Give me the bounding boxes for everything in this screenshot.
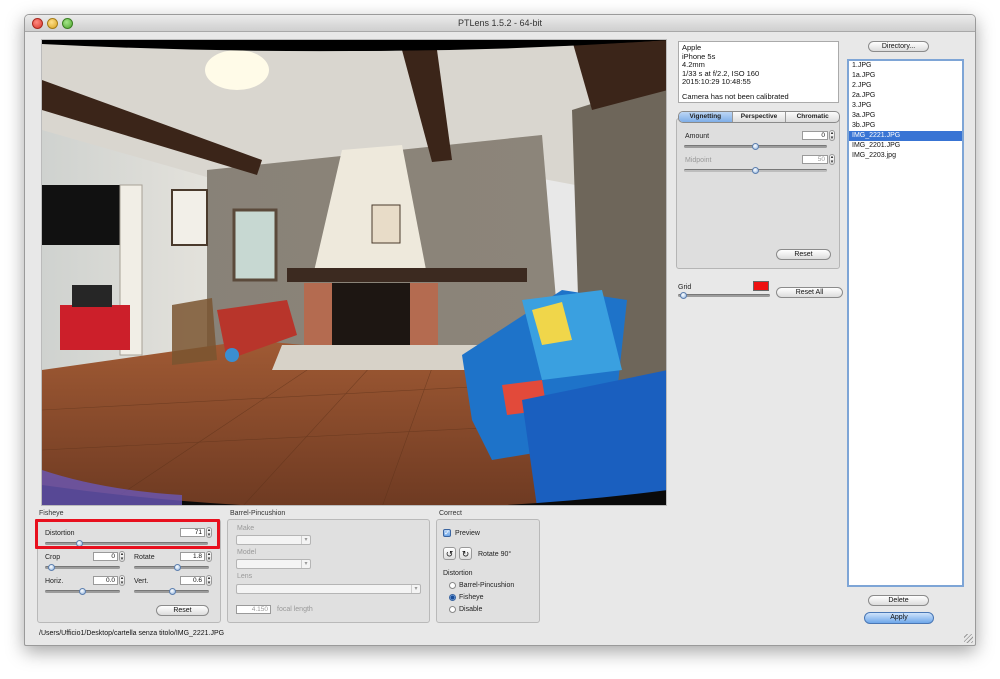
crop-field[interactable]: 0: [93, 552, 118, 561]
lens-select[interactable]: [236, 584, 421, 594]
photo-preview: [42, 40, 666, 505]
midpoint-stepper[interactable]: ▴ ▾: [829, 154, 835, 165]
radio-disable[interactable]: [449, 606, 456, 613]
rotate-90-label: Rotate 90°: [478, 551, 512, 558]
tab-perspective[interactable]: Perspective: [733, 112, 787, 122]
crop-stepper[interactable]: ▴ ▾: [119, 551, 125, 562]
horiz-slider[interactable]: [45, 588, 120, 595]
amount-label: Amount: [685, 133, 710, 140]
midpoint-label: Midpoint: [685, 157, 712, 164]
radio-disable-label: Disable: [459, 606, 483, 613]
app-window: PTLens 1.5.2 - 64-bit Apple iPhone 5s 4.…: [24, 14, 976, 646]
radio-barrel-pincushion-label: Barrel-Pincushion: [459, 582, 515, 589]
window-title: PTLens 1.5.2 - 64-bit: [457, 18, 543, 28]
lens-label: Lens: [237, 573, 253, 580]
exif-calibration: Camera has not been calibrated: [682, 91, 789, 101]
midpoint-field[interactable]: 50: [802, 155, 828, 164]
exif-model: iPhone 5s: [682, 51, 716, 61]
radio-fisheye[interactable]: [449, 594, 456, 601]
make-select[interactable]: [236, 535, 311, 545]
file-list-item[interactable]: 3.JPG: [849, 101, 962, 111]
tab-chromatic-aberration[interactable]: Chromatic Aberration: [786, 112, 839, 122]
barrel-group-title: Barrel-Pincushion: [230, 510, 286, 517]
horiz-field[interactable]: 0.0: [93, 576, 118, 585]
grid-slider[interactable]: [678, 292, 770, 299]
radio-barrel-pincushion[interactable]: [449, 582, 456, 589]
radio-fisheye-label: Fisheye: [459, 594, 484, 601]
status-file-path: /Users/Ufficio1/Desktop/cartella senza t…: [39, 630, 225, 637]
image-preview[interactable]: [41, 39, 667, 506]
file-list-item[interactable]: 2.JPG: [849, 81, 962, 91]
correction-tabs: Vignetting Perspective Chromatic Aberrat…: [678, 111, 840, 123]
rotate-cw-icon[interactable]: ↻: [459, 547, 472, 560]
vert-slider-knob[interactable]: [168, 588, 176, 595]
grid-label: Grid: [678, 284, 692, 291]
file-list-item[interactable]: 1.JPG: [849, 61, 962, 71]
directory-button[interactable]: Directory...: [868, 41, 929, 52]
model-label: Model: [237, 549, 257, 556]
minimize-window-button[interactable]: [47, 18, 58, 29]
fisheye-group-title: Fisheye: [39, 510, 64, 517]
vert-field[interactable]: 0.6: [180, 576, 205, 585]
focal-length-label: focal length: [277, 606, 313, 613]
vignetting-panel: [676, 118, 840, 269]
grid-slider-knob[interactable]: [679, 292, 687, 299]
model-select[interactable]: [236, 559, 311, 569]
tab-vignetting[interactable]: Vignetting: [679, 112, 733, 122]
horiz-slider-knob[interactable]: [78, 588, 86, 595]
preview-label: Preview: [455, 530, 480, 537]
focal-length-field[interactable]: 4.150: [236, 605, 271, 614]
file-list-item[interactable]: 2a.JPG: [849, 91, 962, 101]
exif-datetime: 2015:10:29 10:48:55: [682, 77, 751, 86]
fisheye-reset-button[interactable]: Reset: [156, 605, 209, 616]
preview-checkbox[interactable]: ✓: [443, 529, 451, 537]
vert-stepper[interactable]: ▴ ▾: [206, 575, 212, 586]
file-list-item[interactable]: IMG_2221.JPG: [849, 131, 962, 141]
amount-stepper[interactable]: ▴ ▾: [829, 130, 835, 141]
midpoint-slider-knob[interactable]: [751, 167, 759, 174]
apply-button[interactable]: Apply: [864, 612, 934, 624]
midpoint-slider[interactable]: [684, 167, 827, 174]
rotate-ccw-icon[interactable]: ↺: [443, 547, 456, 560]
distortion-mode-title: Distortion: [443, 570, 473, 577]
rotate-slider[interactable]: [134, 564, 209, 571]
title-bar: PTLens 1.5.2 - 64-bit: [25, 15, 975, 32]
file-list[interactable]: 1.JPG 1a.JPG 2.JPG 2a.JPG 3.JPG 3a.JPG 3b.JPG I…: [847, 59, 964, 587]
vignetting-reset-button[interactable]: Reset: [776, 249, 831, 260]
horiz-label: Horiz.: [45, 578, 64, 585]
file-list-item[interactable]: IMG_2203.jpg: [849, 151, 962, 161]
distortion-highlight-box: [35, 519, 220, 549]
file-list-item[interactable]: IMG_2201.JPG: [849, 141, 962, 151]
amount-field[interactable]: 0: [802, 131, 828, 140]
file-list-item[interactable]: 3b.JPG: [849, 121, 962, 131]
reset-all-button[interactable]: Reset All: [776, 287, 843, 298]
amount-slider[interactable]: [684, 143, 827, 150]
rotate-stepper[interactable]: ▴ ▾: [206, 551, 212, 562]
vert-label: Vert.: [134, 578, 149, 585]
file-list-item[interactable]: 1a.JPG: [849, 71, 962, 81]
amount-slider-knob[interactable]: [751, 143, 759, 150]
make-label: Make: [237, 525, 255, 532]
crop-label: Crop: [45, 554, 61, 561]
zoom-window-button[interactable]: [62, 18, 73, 29]
crop-slider[interactable]: [45, 564, 120, 571]
vert-slider[interactable]: [134, 588, 209, 595]
rotate-field[interactable]: 1.8: [180, 552, 205, 561]
resize-grip[interactable]: [964, 634, 973, 643]
exif-info: Apple iPhone 5s 4.2mm 1/33 s at f/2.2, I…: [678, 41, 839, 103]
horiz-stepper[interactable]: ▴ ▾: [119, 575, 125, 586]
close-window-button[interactable]: [32, 18, 43, 29]
correct-group-title: Correct: [439, 510, 462, 517]
file-list-item[interactable]: 3a.JPG: [849, 111, 962, 121]
delete-button[interactable]: Delete: [868, 595, 929, 606]
grid-color-swatch[interactable]: [753, 281, 769, 291]
rotate-label: Rotate: [134, 554, 155, 561]
